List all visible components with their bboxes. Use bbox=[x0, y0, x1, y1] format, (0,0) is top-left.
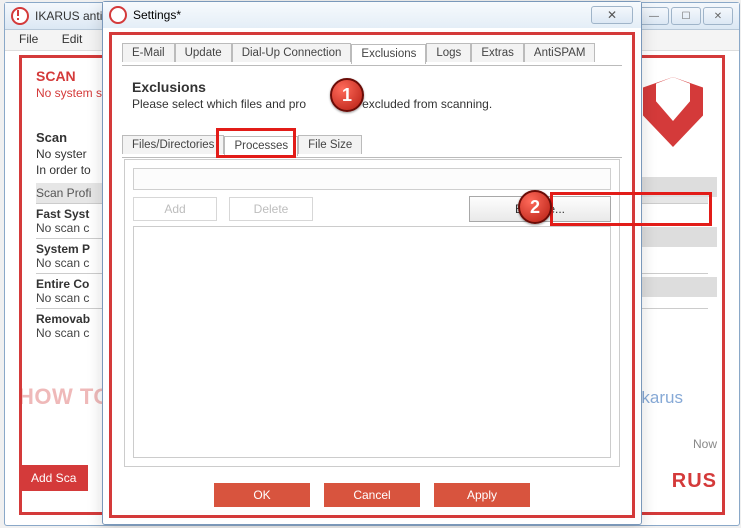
tab-dialup[interactable]: Dial-Up Connection bbox=[232, 43, 352, 62]
shield-icon bbox=[643, 77, 703, 147]
brand-logo: RUS bbox=[672, 470, 717, 493]
callout-2: 2 bbox=[518, 190, 552, 224]
menu-file[interactable]: File bbox=[9, 30, 48, 48]
sidebar-slot bbox=[629, 277, 717, 297]
subtab-files[interactable]: Files/Directories bbox=[122, 135, 224, 154]
dialog-tabs: E-MailUpdateDial-Up ConnectionExclusions… bbox=[122, 43, 622, 66]
close-button[interactable]: ✕ bbox=[703, 7, 733, 25]
add-button: Add bbox=[133, 197, 217, 221]
dialog-buttons: OK Cancel Apply bbox=[112, 483, 632, 507]
sidebar-slot bbox=[629, 177, 717, 197]
subtab-filesize[interactable]: File Size bbox=[298, 135, 362, 154]
sidebar-slot bbox=[629, 227, 717, 247]
app-icon bbox=[11, 7, 29, 25]
tab-extras[interactable]: Extras bbox=[471, 43, 524, 62]
exclusion-subtabs: Files/DirectoriesProcessesFile Size bbox=[122, 135, 622, 158]
path-input[interactable] bbox=[133, 168, 611, 190]
add-scan-button[interactable]: Add Sca bbox=[19, 465, 88, 491]
section-description: Please select which files and proXXXX ar… bbox=[132, 97, 612, 111]
dialog-title: Settings* bbox=[133, 8, 181, 22]
tab-exclusions[interactable]: Exclusions bbox=[351, 44, 426, 64]
dialog-close-button[interactable]: ✕ bbox=[591, 6, 633, 24]
tab-email[interactable]: E-Mail bbox=[122, 43, 175, 62]
tab-antispam[interactable]: AntiSPAM bbox=[524, 43, 596, 62]
apply-button[interactable]: Apply bbox=[434, 483, 530, 507]
exclusion-list[interactable] bbox=[133, 226, 611, 458]
dialog-titlebar: Settings* ✕ bbox=[103, 2, 641, 28]
maximize-button[interactable]: ☐ bbox=[671, 7, 701, 25]
ok-button[interactable]: OK bbox=[214, 483, 310, 507]
settings-dialog: Settings* ✕ E-MailUpdateDial-Up Connecti… bbox=[102, 1, 642, 525]
section-heading: Exclusions bbox=[132, 79, 612, 95]
callout-1: 1 bbox=[330, 78, 364, 112]
main-title: IKARUS anti. bbox=[35, 9, 106, 23]
tab-update[interactable]: Update bbox=[175, 43, 232, 62]
exclusions-section: Exclusions Please select which files and… bbox=[132, 79, 612, 111]
tab-logs[interactable]: Logs bbox=[426, 43, 471, 62]
dialog-icon bbox=[109, 6, 127, 24]
now-label: Now bbox=[693, 437, 717, 451]
subtab-processes[interactable]: Processes bbox=[224, 136, 298, 156]
cancel-button[interactable]: Cancel bbox=[324, 483, 420, 507]
window-controls: — ☐ ✕ bbox=[639, 7, 733, 25]
delete-button: Delete bbox=[229, 197, 313, 221]
right-sidebar: Now RUS bbox=[629, 65, 717, 505]
menu-edit[interactable]: Edit bbox=[52, 30, 93, 48]
minimize-button[interactable]: — bbox=[639, 7, 669, 25]
dialog-body: E-MailUpdateDial-Up ConnectionExclusions… bbox=[109, 32, 635, 518]
